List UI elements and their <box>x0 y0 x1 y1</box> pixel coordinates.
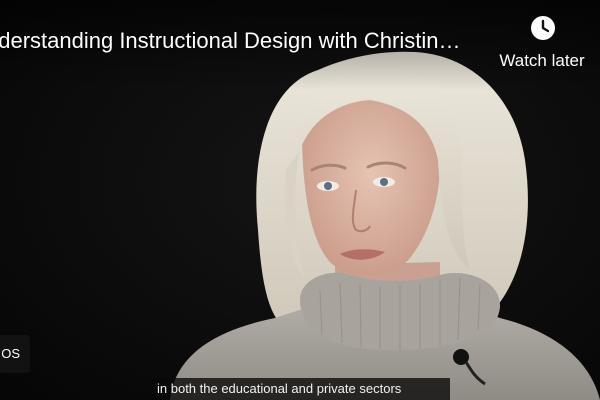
right-iris <box>380 178 388 186</box>
watch-later-label: Watch later <box>499 51 585 70</box>
video-player[interactable]: nderstanding Instructional Design with C… <box>0 0 600 400</box>
caption-box: in both the educational and private sect… <box>150 378 450 400</box>
video-title[interactable]: nderstanding Instructional Design with C… <box>0 27 476 55</box>
more-videos-label: OS <box>1 346 20 361</box>
left-iris <box>324 182 332 190</box>
watch-later-button[interactable]: Watch later <box>494 14 590 76</box>
caption-text: in both the educational and private sect… <box>157 381 402 396</box>
clock-icon <box>531 16 555 40</box>
more-videos-button[interactable]: OS <box>0 335 30 373</box>
